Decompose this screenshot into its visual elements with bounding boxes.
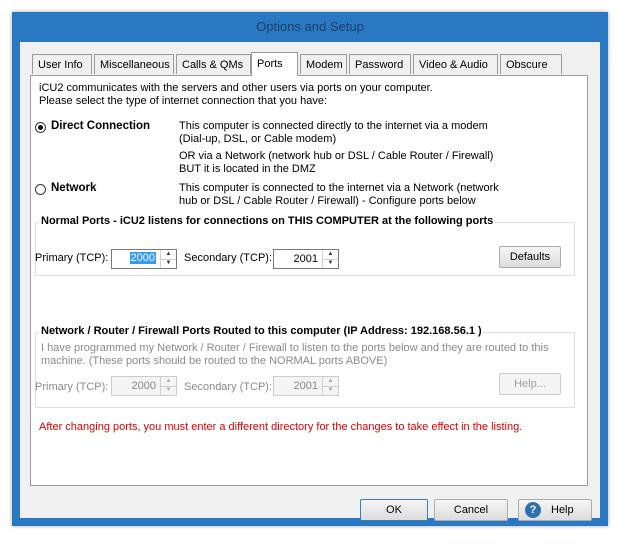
options-dialog: Options and Setup User Info Miscellaneou…	[12, 12, 608, 526]
tab-video-audio[interactable]: Video & Audio	[413, 54, 498, 74]
network-label[interactable]: Network	[51, 182, 96, 194]
network-desc-1: This computer is connected to the intern…	[179, 182, 499, 194]
tab-miscellaneous[interactable]: Miscellaneous	[94, 54, 174, 74]
routed-primary-value: 2000	[131, 380, 156, 392]
routed-primary-label: Primary (TCP):	[35, 381, 109, 393]
spinner-arrows: ▲ ▼	[322, 377, 338, 395]
tab-modem[interactable]: Modem	[300, 54, 347, 74]
tab-user-info[interactable]: User Info	[32, 54, 92, 74]
normal-primary-value[interactable]: 2000	[129, 252, 156, 264]
normal-secondary-spinner[interactable]: 2001 ▲ ▼	[273, 249, 339, 269]
down-arrow-icon[interactable]: ▼	[161, 259, 176, 268]
tab-obscure[interactable]: Obscure	[500, 54, 562, 74]
normal-secondary-value[interactable]: 2001	[294, 253, 318, 265]
defaults-button[interactable]: Defaults	[499, 246, 561, 268]
help-icon: ?	[525, 502, 541, 518]
intro-line-2: Please select the type of internet conne…	[39, 95, 328, 107]
intro-line-1: iCU2 communicates with the servers and o…	[39, 82, 433, 94]
down-arrow-icon[interactable]: ▼	[323, 259, 338, 268]
tab-calls-qms[interactable]: Calls & QMs	[176, 54, 251, 74]
routed-secondary-spinner: 2001 ▲ ▼	[273, 376, 339, 396]
routed-note-1: I have programmed my Network / Router / …	[41, 342, 549, 354]
radio-selected-dot	[38, 125, 43, 130]
spinner-arrows: ▲ ▼	[160, 377, 176, 395]
routed-secondary-label: Secondary (TCP):	[184, 381, 273, 393]
routed-secondary-value: 2001	[293, 380, 318, 392]
cancel-button[interactable]: Cancel	[434, 499, 508, 521]
normal-ports-title: Normal Ports - iCU2 listens for connecti…	[39, 215, 496, 227]
direct-connection-radio[interactable]	[35, 122, 46, 133]
down-arrow-icon: ▼	[327, 387, 334, 393]
dialog-client: User Info Miscellaneous Calls & QMs Port…	[20, 42, 600, 521]
normal-primary-label: Primary (TCP):	[35, 252, 109, 264]
tab-ports[interactable]: Ports	[251, 52, 298, 76]
direct-desc-1: This computer is connected directly to t…	[179, 120, 488, 132]
help-button-label: Help	[551, 504, 574, 516]
ports-panel: iCU2 communicates with the servers and o…	[30, 75, 588, 486]
help-button[interactable]: ? Help	[518, 499, 592, 521]
spinner-arrows[interactable]: ▲ ▼	[322, 250, 338, 268]
direct-desc-2: (Dial-up, DSL, or Cable modem)	[179, 133, 337, 145]
down-arrow-icon: ▼	[165, 387, 172, 393]
ok-button[interactable]: OK	[360, 499, 428, 521]
direct-desc-3: OR via a Network (network hub or DSL / C…	[179, 150, 494, 162]
network-radio[interactable]	[35, 184, 46, 195]
direct-connection-label[interactable]: Direct Connection	[51, 120, 150, 132]
routed-note-2: machine. (These ports should be routed t…	[41, 355, 388, 367]
normal-secondary-label: Secondary (TCP):	[184, 252, 273, 264]
port-change-warning: After changing ports, you must enter a d…	[39, 421, 523, 433]
routed-ports-title: Network / Router / Firewall Ports Routed…	[39, 325, 484, 337]
help-ports-button: Help...	[499, 373, 561, 395]
network-desc-2: hub or DSL / Cable Router / Firewall) - …	[179, 195, 476, 207]
window-title: Options and Setup	[256, 19, 364, 34]
tab-password[interactable]: Password	[349, 54, 411, 74]
direct-desc-4: BUT it is located in the DMZ	[179, 163, 316, 175]
spinner-arrows[interactable]: ▲ ▼	[160, 250, 176, 268]
routed-primary-spinner: 2000 ▲ ▼	[111, 376, 177, 396]
normal-primary-spinner[interactable]: 2000 ▲ ▼	[111, 249, 177, 269]
